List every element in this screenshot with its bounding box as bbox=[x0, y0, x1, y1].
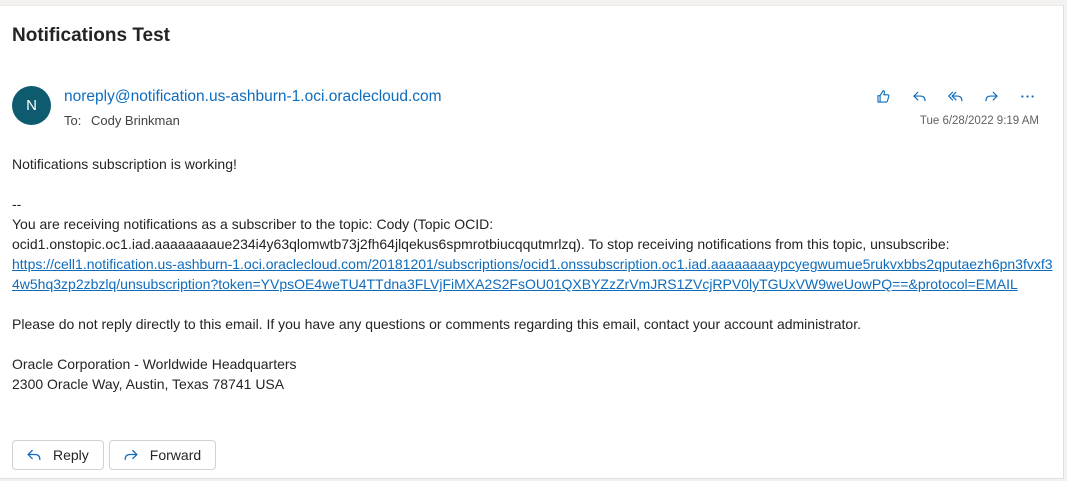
reply-all-icon[interactable] bbox=[937, 86, 973, 106]
message-date: Tue 6/28/2022 9:19 AM bbox=[919, 115, 1039, 127]
signature-separator: -- bbox=[12, 196, 22, 212]
to-label: To: bbox=[64, 113, 82, 128]
address-line-2: 2300 Oracle Way, Austin, Texas 78741 USA bbox=[12, 376, 285, 392]
recipient-name[interactable]: Cody Brinkman bbox=[91, 113, 180, 128]
body-topic-info: You are receiving notifications as a sub… bbox=[12, 214, 1057, 294]
reply-button[interactable]: Reply bbox=[12, 440, 104, 470]
reply-forward-buttons: Reply Forward bbox=[12, 440, 217, 470]
like-icon[interactable] bbox=[865, 86, 901, 106]
body-line-subscription: Notifications subscription is working! bbox=[12, 156, 237, 172]
forward-button[interactable]: Forward bbox=[108, 440, 217, 470]
message-body: Notifications subscription is working! -… bbox=[12, 154, 1057, 394]
recipient-line: To: Cody Brinkman bbox=[64, 113, 180, 128]
forward-icon[interactable] bbox=[973, 86, 1009, 106]
topic-info-text: You are receiving notifications as a sub… bbox=[12, 216, 950, 252]
message-actions bbox=[865, 86, 1045, 106]
sender-email[interactable]: noreply@notification.us-ashburn-1.oci.or… bbox=[64, 88, 442, 106]
unsubscribe-link[interactable]: https://cell1.notification.us-ashburn-1.… bbox=[12, 256, 1053, 292]
email-reading-pane: Notifications Test N noreply@notificatio… bbox=[0, 5, 1064, 479]
body-no-reply: Please do not reply directly to this ema… bbox=[12, 316, 861, 332]
reply-icon[interactable] bbox=[901, 86, 937, 106]
address-line-1: Oracle Corporation - Worldwide Headquart… bbox=[12, 356, 297, 372]
reply-icon bbox=[27, 449, 41, 461]
email-subject: Notifications Test bbox=[12, 25, 170, 46]
more-icon[interactable] bbox=[1009, 86, 1045, 106]
forward-button-label: Forward bbox=[149, 447, 202, 463]
sender-avatar[interactable]: N bbox=[12, 86, 51, 125]
reply-button-label: Reply bbox=[53, 447, 89, 463]
forward-icon bbox=[124, 449, 138, 461]
